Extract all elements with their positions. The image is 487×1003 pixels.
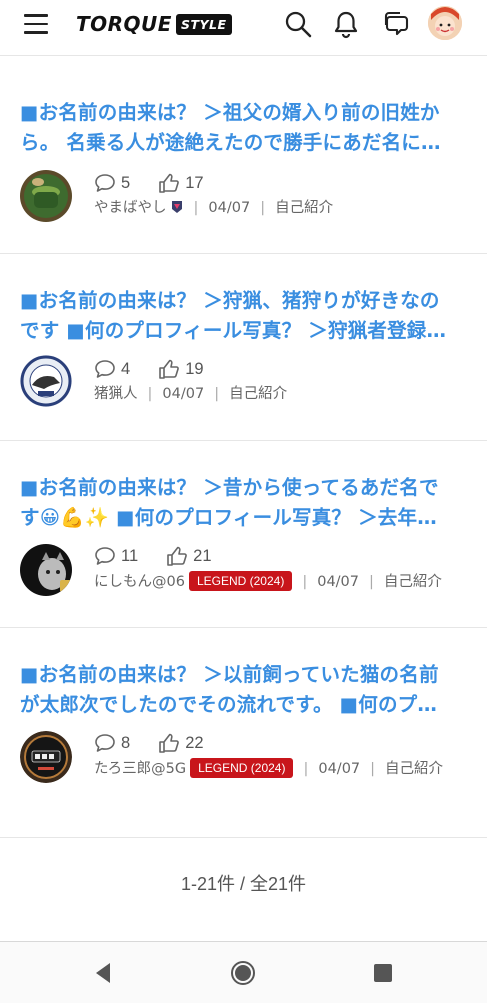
post-category[interactable]: 自己紹介 <box>229 386 287 402</box>
post-title[interactable]: ■お名前の由来は？ ＞狩猟、猪狩りが好きなの です ■何のプロフィール写真？ ＞… <box>20 286 457 346</box>
avatar[interactable] <box>20 170 72 222</box>
divider: | <box>214 386 220 402</box>
list-item[interactable]: ■お名前の由来は？ ＞以前飼っていた猫の名前 が太郎次でしたのでその流れです。 … <box>0 628 487 838</box>
post-title-line: です ■何のプロフィール写真？ ＞狩猟者登録… <box>20 319 447 342</box>
like-count[interactable]: 22 <box>158 733 204 753</box>
pagination-summary: 1-21件 / 全21件 <box>180 874 307 894</box>
menu-icon[interactable] <box>24 14 48 34</box>
thumbs-up-icon <box>159 733 180 753</box>
post-category[interactable]: 自己紹介 <box>384 574 442 590</box>
comment-icon <box>95 734 115 752</box>
post-title-line: ■お名前の由来は？ ＞以前飼っていた猫の名前 <box>20 663 439 686</box>
post-stats: 4 19 <box>94 358 232 380</box>
divider: | <box>260 200 266 216</box>
post-title-line: ■お名前の由来は？ ＞昔から使ってるあだ名で <box>20 476 439 499</box>
author-name[interactable]: たろ三郎@5G <box>94 761 186 777</box>
rank-badge-icon <box>170 198 184 213</box>
bell-icon[interactable] <box>331 9 361 39</box>
post-meta: たろ三郎@5G LEGEND (2024) | 04/07 | 自己紹介 <box>94 757 467 781</box>
post-title[interactable]: ■お名前の由来は？ ＞昔から使ってるあだ名で す😀💪✨ ■何のプロフィール写真？… <box>20 473 457 533</box>
thumbs-up-icon <box>159 359 180 379</box>
like-count-value: 17 <box>185 173 204 192</box>
post-date: 04/07 <box>162 386 205 402</box>
like-count[interactable]: 17 <box>158 173 204 193</box>
divider: | <box>370 761 376 777</box>
recents-icon[interactable] <box>368 958 398 988</box>
comment-count: 4 <box>94 359 130 379</box>
post-meta: 猪猟人 | 04/07 | 自己紹介 <box>94 382 467 406</box>
comment-icon <box>95 360 115 378</box>
home-icon[interactable] <box>228 958 258 988</box>
brand-sub: STYLE <box>175 13 232 35</box>
like-count-value: 21 <box>193 546 212 565</box>
post-category[interactable]: 自己紹介 <box>275 200 333 216</box>
brand-main: TORQUE <box>76 12 172 36</box>
divider: | <box>303 761 309 777</box>
post-date: 04/07 <box>318 761 361 777</box>
brand-logo[interactable]: TORQUE STYLE <box>76 12 232 36</box>
legend-badge: LEGEND (2024) <box>190 758 294 778</box>
divider: | <box>302 574 308 590</box>
list-item[interactable]: ■お名前の由来は？ ＞祖父の婿入り前の旧姓か ら。 名乗る人が途絶えたので勝手に… <box>0 68 487 254</box>
comment-icon <box>95 174 115 192</box>
post-title-line: ■お名前の由来は？ ＞狩猟、猪狩りが好きなの <box>20 289 440 312</box>
comment-count: 5 <box>94 173 130 193</box>
thumbs-up-icon <box>159 173 180 193</box>
post-title[interactable]: ■お名前の由来は？ ＞以前飼っていた猫の名前 が太郎次でしたのでその流れです。 … <box>20 660 457 720</box>
author-name[interactable]: にしもん@06 <box>94 574 185 590</box>
comment-count-value: 11 <box>121 546 139 565</box>
avatar[interactable] <box>20 355 72 407</box>
comment-count: 8 <box>94 733 130 753</box>
comment-count-value: 5 <box>121 173 131 192</box>
comment-count-value: 8 <box>121 733 131 752</box>
comment-icon <box>95 547 115 565</box>
app-header: TORQUE STYLE <box>0 0 487 56</box>
post-list: ■お名前の由来は？ ＞祖父の婿入り前の旧姓か ら。 名乗る人が途絶えたので勝手に… <box>0 68 487 838</box>
list-item[interactable]: ■お名前の由来は？ ＞昔から使ってるあだ名で す😀💪✨ ■何のプロフィール写真？… <box>0 441 487 628</box>
post-title-line: ■お名前の由来は？ ＞祖父の婿入り前の旧姓か <box>20 101 440 124</box>
post-title-line: ら。 名乗る人が途絶えたので勝手にあだ名に… <box>20 131 441 154</box>
post-meta: にしもん@06 LEGEND (2024) | 04/07 | 自己紹介 <box>94 570 467 594</box>
author-name[interactable]: やまばやし <box>94 200 167 216</box>
post-category[interactable]: 自己紹介 <box>385 761 443 777</box>
post-title-line: す😀💪✨ ■何のプロフィール写真？ ＞去年… <box>20 506 437 529</box>
like-count-value: 22 <box>185 733 204 752</box>
avatar[interactable] <box>20 731 72 783</box>
post-date: 04/07 <box>317 574 360 590</box>
post-stats: 8 22 <box>94 732 232 754</box>
like-count[interactable]: 19 <box>158 359 204 379</box>
list-item[interactable]: ■お名前の由来は？ ＞狩猟、猪狩りが好きなの です ■何のプロフィール写真？ ＞… <box>0 254 487 441</box>
avatar[interactable] <box>20 544 72 596</box>
chat-icon[interactable] <box>381 9 411 39</box>
divider: | <box>369 574 374 590</box>
like-count[interactable]: 21 <box>166 546 212 566</box>
system-navbar <box>0 941 487 1003</box>
comment-count: 11 <box>94 546 138 566</box>
avatar[interactable] <box>428 6 462 40</box>
post-stats: 11 21 <box>94 545 240 567</box>
search-icon[interactable] <box>283 9 313 39</box>
author-name[interactable]: 猪猟人 <box>94 386 138 402</box>
comment-count-value: 4 <box>121 359 131 378</box>
post-meta: やまばやし | 04/07 | 自己紹介 <box>94 196 467 220</box>
like-count-value: 19 <box>185 359 204 378</box>
post-date: 04/07 <box>208 200 251 216</box>
post-title-line: が太郎次でしたのでその流れです。 ■何のプ… <box>20 693 438 716</box>
post-title[interactable]: ■お名前の由来は？ ＞祖父の婿入り前の旧姓か ら。 名乗る人が途絶えたので勝手に… <box>20 98 457 158</box>
divider: | <box>193 200 199 216</box>
thumbs-up-icon <box>167 546 188 566</box>
legend-badge: LEGEND (2024) <box>188 571 293 591</box>
back-icon[interactable] <box>88 958 118 988</box>
post-stats: 5 17 <box>94 172 232 194</box>
divider: | <box>147 386 153 402</box>
